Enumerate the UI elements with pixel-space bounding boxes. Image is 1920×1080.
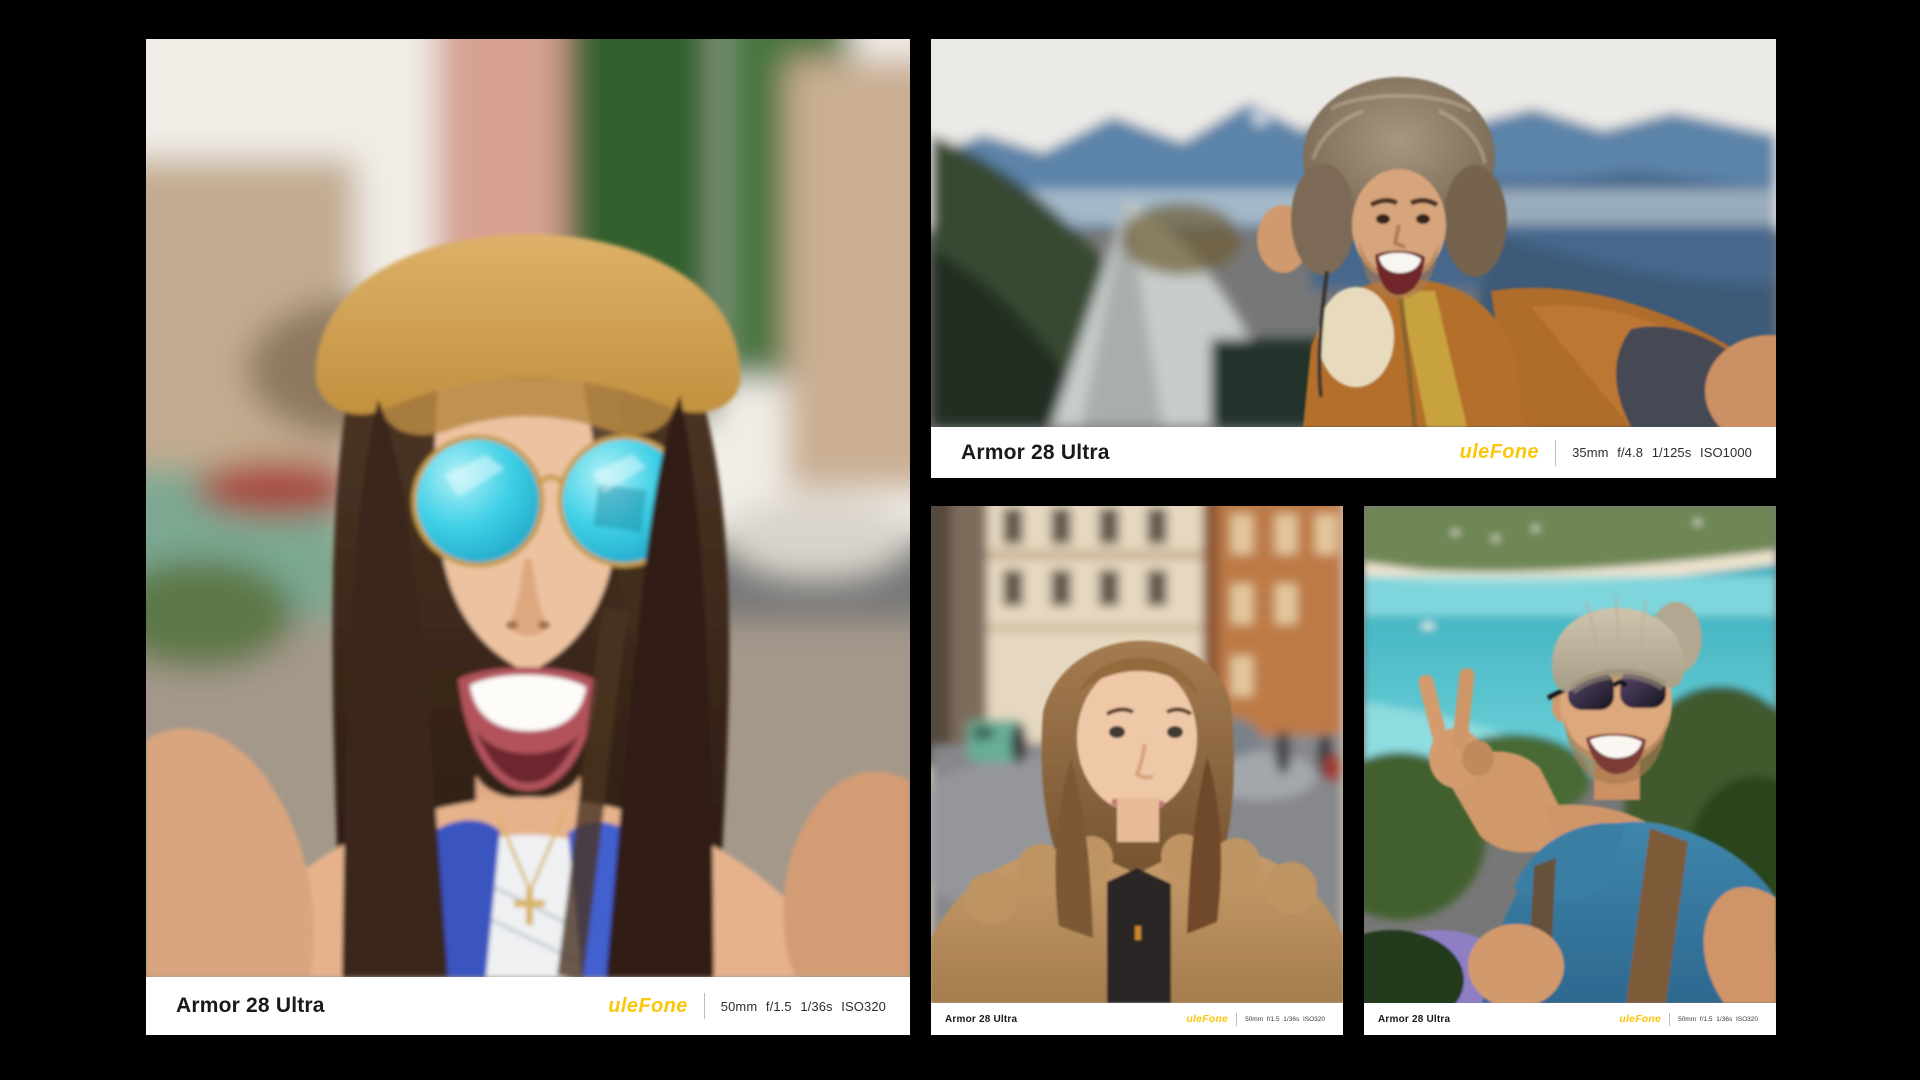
product-name: Armor 28 Ultra bbox=[1378, 1014, 1450, 1025]
caption-meta: uleFone 50mm f/1.5 1/36s ISO320 bbox=[608, 993, 886, 1019]
exif-info: 50mm f/1.5 1/36s ISO320 bbox=[1678, 1016, 1758, 1023]
photo-card-city: Armor 28 Ultra uleFone 50mm f/1.5 1/36s … bbox=[931, 506, 1343, 1035]
ulefone-logo: uleFone bbox=[1460, 441, 1539, 464]
divider bbox=[1236, 1013, 1237, 1026]
caption-bar: Armor 28 Ultra uleFone 50mm f/1.5 1/36s … bbox=[146, 977, 910, 1035]
product-name: Armor 28 Ultra bbox=[176, 994, 325, 1018]
caption-meta: uleFone 35mm f/4.8 1/125s ISO1000 bbox=[1460, 440, 1752, 466]
divider bbox=[704, 993, 705, 1019]
ulefone-logo: uleFone bbox=[1619, 1013, 1661, 1025]
caption-meta: uleFone 50mm f/1.5 1/36s ISO320 bbox=[1186, 1013, 1325, 1026]
photo-woman-square-selfie bbox=[931, 506, 1343, 1003]
exif-info: 50mm f/1.5 1/36s ISO320 bbox=[1245, 1016, 1325, 1023]
photo-woman-city-scene bbox=[146, 39, 910, 977]
product-name: Armor 28 Ultra bbox=[961, 441, 1110, 465]
ulefone-logo: uleFone bbox=[1186, 1013, 1228, 1025]
photo-woman-square-scene bbox=[931, 506, 1343, 1003]
caption-bar: Armor 28 Ultra uleFone 50mm f/1.5 1/36s … bbox=[931, 1003, 1343, 1035]
caption-bar: Armor 28 Ultra uleFone 50mm f/1.5 1/36s … bbox=[1364, 1003, 1776, 1035]
caption-bar: Armor 28 Ultra uleFone 35mm f/4.8 1/125s… bbox=[931, 427, 1776, 478]
photo-man-bay-selfie bbox=[1364, 506, 1776, 1003]
photo-man-mountain-selfie bbox=[931, 39, 1776, 427]
photo-card-bay: Armor 28 Ultra uleFone 50mm f/1.5 1/36s … bbox=[1364, 506, 1776, 1035]
caption-meta: uleFone 50mm f/1.5 1/36s ISO320 bbox=[1619, 1013, 1758, 1026]
divider bbox=[1669, 1013, 1670, 1026]
product-name: Armor 28 Ultra bbox=[945, 1014, 1017, 1025]
exif-info: 50mm f/1.5 1/36s ISO320 bbox=[721, 999, 886, 1014]
exif-info: 35mm f/4.8 1/125s ISO1000 bbox=[1572, 445, 1752, 460]
photo-man-mountain-scene bbox=[931, 39, 1776, 427]
photo-man-bay-scene bbox=[1364, 506, 1776, 1003]
photo-card-main: Armor 28 Ultra uleFone 50mm f/1.5 1/36s … bbox=[146, 39, 910, 1035]
divider bbox=[1555, 440, 1556, 466]
ulefone-logo: uleFone bbox=[608, 995, 687, 1018]
photo-card-mountain: Armor 28 Ultra uleFone 35mm f/4.8 1/125s… bbox=[931, 39, 1776, 478]
photo-woman-city-selfie bbox=[146, 39, 910, 977]
